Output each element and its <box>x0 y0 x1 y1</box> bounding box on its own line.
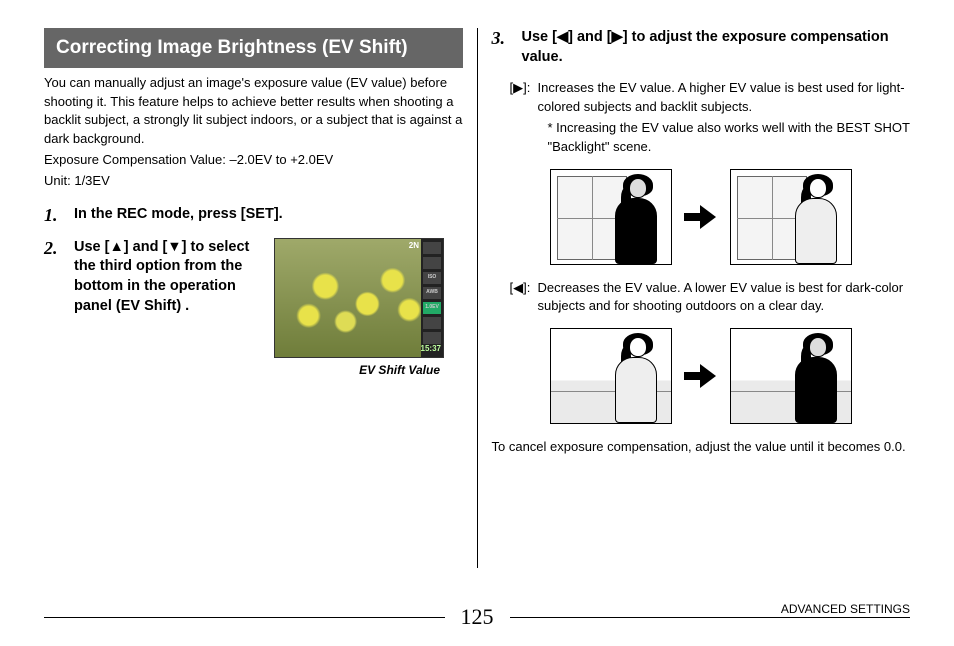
backlit-illustration-row <box>492 169 911 265</box>
ev-range: Exposure Compensation Value: –2.0EV to +… <box>44 151 463 170</box>
step-text: Use [◀] and [▶] to adjust the exposure c… <box>522 28 911 67</box>
panel-chip-awb: AWB <box>423 287 441 299</box>
camera-screenshot-wrap: 2N ISO AWB 1.0EV <box>274 238 444 378</box>
step-1: 1. In the REC mode, press [SET]. <box>44 205 463 226</box>
footer-line <box>44 617 445 618</box>
step-text: In the REC mode, press [SET]. <box>74 205 463 226</box>
increase-ev-note: * Increasing the EV value also works wel… <box>538 119 911 157</box>
left-column: Correcting Image Brightness (EV Shift) Y… <box>44 28 477 568</box>
person-silhouette-light <box>787 174 841 264</box>
footer-section-label: ADVANCED SETTINGS <box>781 602 910 616</box>
step-body: Use [▲] and [▼] to select the third opti… <box>74 238 463 378</box>
right-key-label: [▶]: <box>510 79 532 158</box>
intro-paragraph: You can manually adjust an image's expos… <box>44 74 463 149</box>
backlit-before <box>550 169 672 265</box>
intro-text: You can manually adjust an image's expos… <box>44 74 463 191</box>
section-heading: Correcting Image Brightness (EV Shift) <box>44 28 463 68</box>
decrease-ev-row: [◀]: Decreases the EV value. A lower EV … <box>510 279 911 319</box>
top-icons: 2N <box>409 241 419 252</box>
decrease-ev-text: Decreases the EV value. A lower EV value… <box>538 279 911 319</box>
quality-badge: 2N <box>409 241 419 252</box>
outdoor-before <box>550 328 672 424</box>
panel-chip <box>423 317 441 329</box>
arrow-right-icon <box>684 364 718 388</box>
outdoor-illustration-row <box>492 328 911 424</box>
panel-chip-ev-selected: 1.0EV <box>423 302 441 314</box>
camera-screenshot: 2N ISO AWB 1.0EV <box>274 238 444 358</box>
step-number: 1. <box>44 205 64 226</box>
step-number: 3. <box>492 28 512 67</box>
screenshot-caption: EV Shift Value <box>274 362 444 378</box>
footer-line <box>510 617 911 618</box>
steps-list: 1. In the REC mode, press [SET]. 2. Use … <box>44 205 463 378</box>
right-column: 3. Use [◀] and [▶] to adjust the exposur… <box>478 28 911 568</box>
person-silhouette-dark <box>607 174 661 264</box>
left-key-label: [◀]: <box>510 279 532 319</box>
time-display: 15:37 <box>421 344 441 355</box>
panel-chip <box>423 242 441 254</box>
cancel-instruction: To cancel exposure compensation, adjust … <box>492 438 911 457</box>
page-footer: 125 ADVANCED SETTINGS <box>44 604 910 630</box>
step-2: 2. Use [▲] and [▼] to select the third o… <box>44 238 463 378</box>
person-silhouette-dark <box>787 333 841 423</box>
manual-page: Correcting Image Brightness (EV Shift) Y… <box>0 0 954 646</box>
arrow-right-icon <box>684 205 718 229</box>
increase-ev-row: [▶]: Increases the EV value. A higher EV… <box>510 79 911 158</box>
increase-ev-desc: Increases the EV value. A higher EV valu… <box>538 79 911 117</box>
backlit-after <box>730 169 852 265</box>
two-column-layout: Correcting Image Brightness (EV Shift) Y… <box>44 28 910 568</box>
increase-ev-text: Increases the EV value. A higher EV valu… <box>538 79 911 158</box>
decrease-ev-desc: Decreases the EV value. A lower EV value… <box>538 279 911 317</box>
panel-chip <box>423 257 441 269</box>
outdoor-after <box>730 328 852 424</box>
step-3: 3. Use [◀] and [▶] to adjust the exposur… <box>492 28 911 67</box>
person-silhouette-light <box>607 333 661 423</box>
step-number: 2. <box>44 238 64 378</box>
panel-chip <box>423 332 441 344</box>
ev-unit: Unit: 1/3EV <box>44 172 463 191</box>
step-text: Use [▲] and [▼] to select the third opti… <box>74 238 264 316</box>
flower-photo <box>275 239 443 357</box>
page-number: 125 <box>455 604 500 630</box>
panel-chip-iso: ISO <box>423 272 441 284</box>
operation-panel: ISO AWB 1.0EV <box>421 239 443 357</box>
